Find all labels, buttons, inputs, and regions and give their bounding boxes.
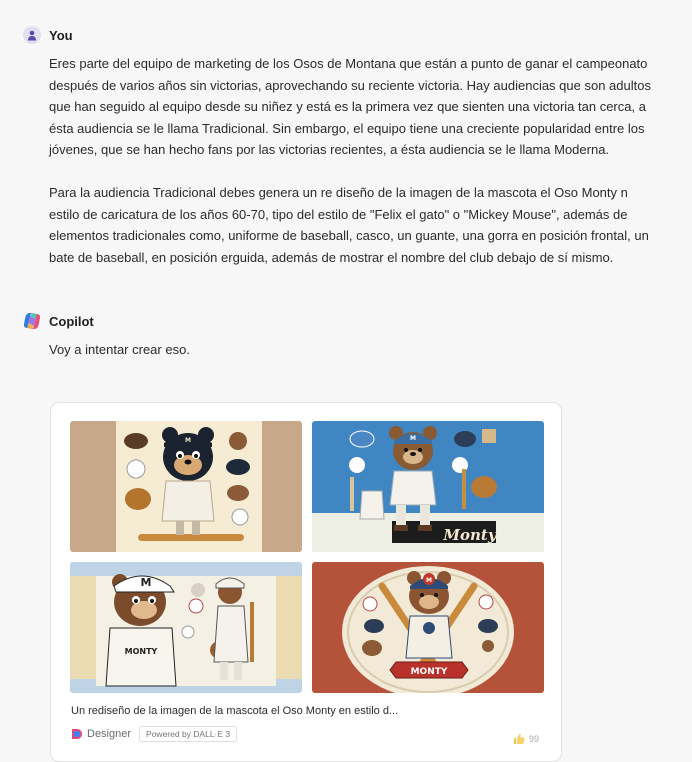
generated-image-4[interactable]: M MONTY (312, 562, 544, 693)
powered-by-badge: Powered by DALL·E 3 (139, 726, 238, 742)
mascot-name-label-3: MONTY (125, 647, 158, 656)
user-message-paragraph-1: Eres parte del equipo de marketing de lo… (49, 56, 651, 157)
copilot-message-header: Copilot (23, 312, 94, 330)
user-author-name: You (49, 27, 73, 43)
designer-link[interactable]: Designer (71, 728, 131, 740)
copilot-message-text: Voy a intentar crear eso. (49, 342, 190, 357)
copilot-message-body: Voy a intentar crear eso. (49, 339, 661, 361)
like-count: 99 (528, 733, 539, 744)
cap-letter-1: M (185, 437, 191, 444)
copilot-logo-icon (23, 312, 41, 330)
mascot-name-label-2: Monty (442, 526, 497, 544)
cap-letter-3: M (141, 576, 152, 589)
designer-label: Designer (87, 728, 132, 740)
cap-letter-4: M (426, 577, 432, 584)
designer-logo-icon (71, 728, 83, 740)
user-message-header: You (23, 26, 73, 44)
bear-mascot-image-2: Monty M (312, 421, 544, 552)
generated-image-3[interactable]: M MONTY (70, 562, 302, 693)
user-message-body: Eres parte del equipo de marketing de lo… (49, 53, 661, 268)
like-counter[interactable]: 99 (513, 733, 539, 744)
bear-mascot-image-3: M MONTY (70, 562, 302, 693)
bear-mascot-image-1: M (70, 421, 302, 552)
mascot-name-label-4: MONTY (411, 667, 448, 677)
user-message-paragraph-2: Para la audiencia Tradicional debes gene… (49, 185, 649, 265)
thumbs-up-icon (513, 733, 525, 744)
cap-letter-2: M (410, 435, 416, 442)
bear-mascot-image-4: M MONTY (312, 562, 544, 693)
image-caption[interactable]: Un rediseño de la imagen de la mascota e… (71, 705, 398, 717)
generated-image-1[interactable]: M (70, 421, 302, 552)
user-avatar-icon (23, 26, 41, 44)
image-result-card: M Monty M M MONTY M MONTY Un rediseño de… (50, 402, 562, 762)
generated-image-2[interactable]: Monty M (312, 421, 544, 552)
copilot-author-name: Copilot (49, 313, 94, 329)
image-card-footer: Designer Powered by DALL·E 3 (71, 726, 238, 742)
